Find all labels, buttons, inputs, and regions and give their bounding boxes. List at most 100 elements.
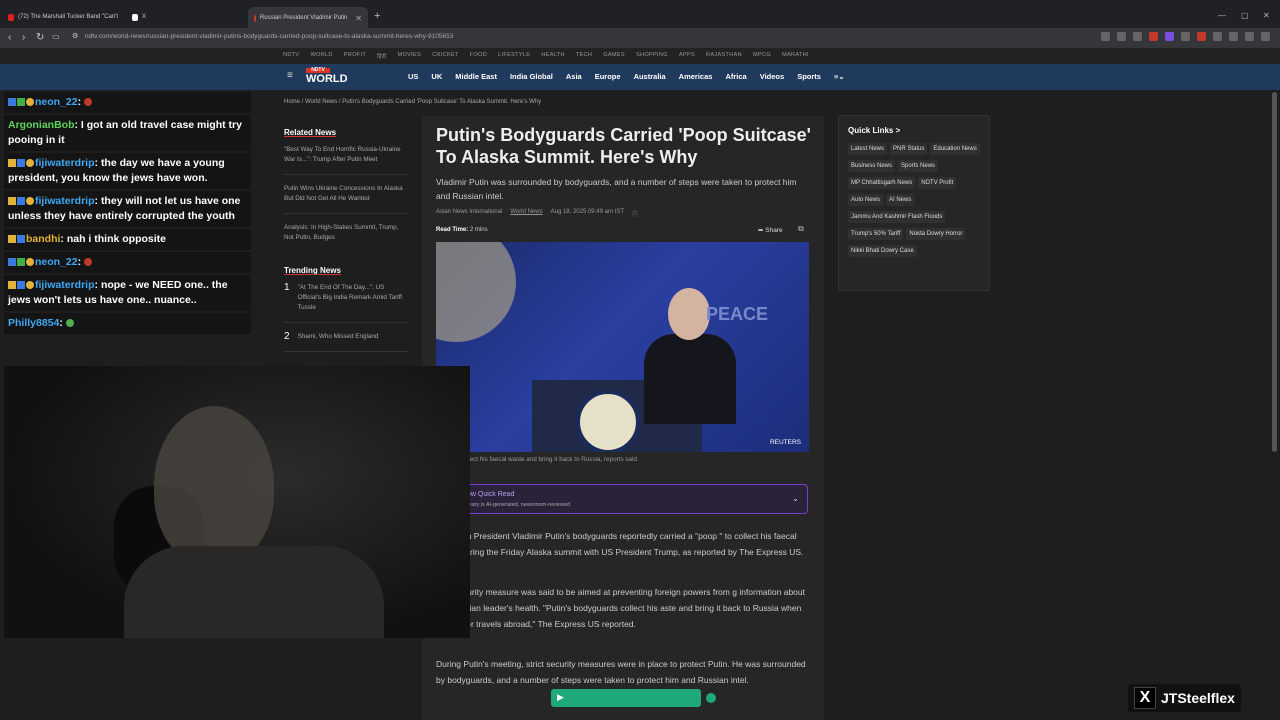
hamburger-menu-icon[interactable]: ≡ [287, 70, 293, 81]
nav-link[interactable]: Europe [595, 72, 621, 81]
quick-link-tag[interactable]: Jammu And Kashmir Flash Floods [848, 211, 946, 223]
tab-ndtv[interactable]: Russian President Vladimir Putin ✕ [248, 7, 368, 29]
new-tab-button[interactable]: + [374, 10, 380, 22]
ndtv-world-logo[interactable]: NDTV WORLD [306, 68, 358, 85]
tab-x[interactable]: X [126, 9, 152, 25]
related-news-item[interactable]: Putin Wins Ukraine Concessions In Alaska… [284, 184, 409, 214]
network-link[interactable]: HEALTH [541, 52, 564, 60]
quick-link-tag[interactable]: Sports News [898, 160, 939, 172]
extension-icon[interactable] [1229, 32, 1238, 41]
nav-link[interactable]: Sports [797, 72, 821, 81]
back-icon[interactable]: ‹ [8, 32, 11, 43]
nav-link[interactable]: India Global [510, 72, 553, 81]
chat-username[interactable]: fijiwaterdrip [35, 279, 95, 291]
extension-icon[interactable] [1213, 32, 1222, 41]
menu-icon[interactable] [1261, 32, 1270, 41]
read-time-value: 2 mins [469, 227, 488, 233]
quick-link-tag[interactable]: Auto News [848, 194, 884, 206]
audio-player-bar[interactable]: ▶ [551, 689, 701, 707]
quick-link-tag[interactable]: NDTV Profit [918, 177, 957, 189]
related-news-item[interactable]: Analysis: In High-Stakes Summit, Trump, … [284, 223, 409, 252]
extension-icon[interactable] [1101, 32, 1110, 41]
minimize-icon[interactable]: — [1218, 11, 1226, 20]
network-link[interactable]: हिंदी [377, 52, 386, 60]
nav-link[interactable]: US [408, 72, 418, 81]
nav-link[interactable]: UK [431, 72, 442, 81]
close-icon[interactable]: ✕ [355, 14, 362, 23]
forward-icon[interactable]: › [22, 32, 25, 43]
more-menu-icon[interactable]: ≡⌄ [834, 72, 845, 81]
badge-icon [8, 281, 16, 289]
network-link[interactable]: NDTV [283, 52, 299, 60]
close-window-icon[interactable]: ✕ [1263, 11, 1270, 20]
breadcrumb[interactable]: Home / World News / Putin's Bodyguards C… [284, 99, 541, 105]
network-link[interactable]: RAJASTHAN [706, 52, 742, 60]
quick-links-title[interactable]: Quick Links > [848, 126, 980, 135]
tab-youtube[interactable]: (72) The Marshall Tucker Band "Can't [2, 9, 124, 25]
extension-icon[interactable] [1245, 32, 1254, 41]
quick-link-tag[interactable]: Business News [848, 160, 896, 172]
chat-username[interactable]: fijiwaterdrip [35, 195, 95, 207]
badge-icon [26, 197, 34, 205]
share-button[interactable]: ➦ Share [758, 226, 783, 234]
quick-link-tag[interactable]: Noida Dowry Horror [906, 228, 966, 240]
quick-link-tag[interactable]: AI News [886, 194, 915, 206]
url-field[interactable]: ndtv.com/world-news/russian-president-vl… [85, 33, 453, 40]
page-scrollbar[interactable] [1272, 92, 1277, 452]
network-link[interactable]: MARATHI [782, 52, 809, 60]
nav-link[interactable]: Asia [566, 72, 582, 81]
network-link[interactable]: GAMES [603, 52, 625, 60]
nav-link[interactable]: Africa [725, 72, 746, 81]
nav-link[interactable]: Americas [679, 72, 713, 81]
network-link[interactable]: PROFIT [344, 52, 366, 60]
network-link[interactable]: WORLD [310, 52, 332, 60]
photo-credit: REUTERS [769, 439, 801, 446]
nav-link[interactable]: Australia [634, 72, 666, 81]
network-link[interactable]: SHOPPING [636, 52, 668, 60]
chat-username[interactable]: bandhi [26, 233, 60, 245]
extension-icon[interactable] [1165, 32, 1174, 41]
network-link[interactable]: CRICKET [432, 52, 459, 60]
player-indicator[interactable] [706, 693, 716, 703]
chat-username[interactable]: neon_22 [35, 256, 78, 268]
maximize-icon[interactable]: ▢ [1241, 11, 1249, 20]
article-date: Aug 18, 2025 09:49 am IST [550, 209, 624, 215]
chat-username[interactable]: ArgonianBob [8, 119, 75, 131]
reload-icon[interactable]: ↻ [36, 32, 44, 43]
chat-message: neon_22: [4, 92, 251, 113]
related-news-item[interactable]: "Best Way To End Horrific Russia-Ukraine… [284, 145, 409, 175]
extension-icon[interactable] [1133, 32, 1142, 41]
chat-username[interactable]: fijiwaterdrip [35, 157, 95, 169]
category-link[interactable]: World News [510, 209, 542, 218]
network-link[interactable]: FOOD [470, 52, 487, 60]
chat-username[interactable]: neon_22 [35, 96, 78, 108]
quick-link-tag[interactable]: Education News [930, 143, 980, 155]
quick-link-tag[interactable]: Trump's 50% Tariff [848, 228, 904, 240]
chat-username[interactable]: Philly8854 [8, 317, 59, 329]
quick-link-tag[interactable]: PNR Status [890, 143, 928, 155]
play-icon[interactable]: ▶ [557, 692, 564, 703]
bookmark-icon[interactable]: ▭ [52, 32, 60, 41]
network-link[interactable]: TECH [576, 52, 592, 60]
quick-read-title: ow Quick Read [467, 491, 515, 498]
network-link[interactable]: MOVIES [398, 52, 422, 60]
article-paragraph: During Putin's meeting, strict security … [436, 659, 806, 685]
quick-link-tag[interactable]: Nikki Bhati Dowry Case [848, 245, 917, 257]
network-link[interactable]: LIFESTYLE [498, 52, 530, 60]
info-icon[interactable]: ⓘ [632, 209, 638, 218]
nav-link[interactable]: Videos [760, 72, 784, 81]
site-info-icon[interactable]: ⚙ [72, 32, 78, 40]
extension-icon[interactable] [1149, 32, 1158, 41]
network-link[interactable]: APPS [679, 52, 695, 60]
quick-read-toggle[interactable]: ow Quick Read mary is AI-generated, news… [436, 484, 808, 514]
extension-icon[interactable] [1117, 32, 1126, 41]
quick-link-tag[interactable]: Latest News [848, 143, 888, 155]
copy-link-icon[interactable]: ⧉ [798, 224, 804, 234]
trending-news-item[interactable]: 1 "At The End Of The Day...": US Officia… [284, 283, 409, 323]
extension-icon[interactable] [1181, 32, 1190, 41]
nav-link[interactable]: Middle East [455, 72, 497, 81]
network-link[interactable]: MPCG [753, 52, 771, 60]
extension-icon[interactable] [1197, 32, 1206, 41]
quick-link-tag[interactable]: MP Chhattisgarh News [848, 177, 916, 189]
trending-news-item[interactable]: 2 Shami, Who Missed England [284, 332, 409, 352]
